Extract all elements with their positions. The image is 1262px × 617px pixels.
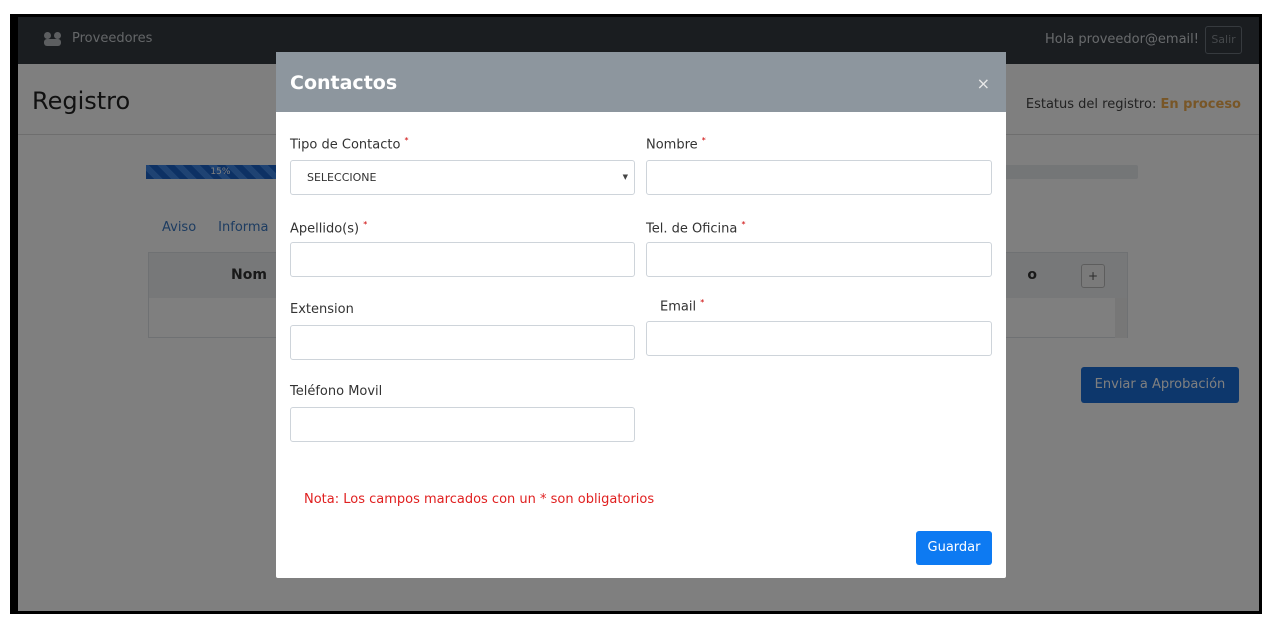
close-icon[interactable]: × bbox=[977, 74, 990, 93]
email-field[interactable] bbox=[646, 321, 992, 356]
surname-label: Apellido(s) * bbox=[290, 220, 367, 236]
extension-input[interactable] bbox=[290, 325, 635, 360]
contact-type-selected: SELECCIONE bbox=[307, 171, 377, 184]
required-mark: * bbox=[741, 220, 746, 229]
name-input[interactable] bbox=[646, 160, 992, 195]
contact-type-label-text: Tipo de Contacto bbox=[290, 137, 401, 153]
screenshot-frame: Proveedores Hola proveedor@email! Salir … bbox=[0, 0, 1262, 617]
required-mark: * bbox=[700, 298, 705, 307]
required-mark: * bbox=[701, 136, 706, 145]
mobile-phone-label: Teléfono Movil bbox=[290, 384, 383, 399]
name-label-text: Nombre bbox=[646, 137, 698, 153]
mobile-phone-input[interactable] bbox=[290, 407, 635, 442]
contact-type-select[interactable]: SELECCIONE ▼ bbox=[290, 160, 635, 195]
contacts-modal: Contactos × Tipo de Contacto * SELECCION… bbox=[276, 52, 1006, 578]
modal-title: Contactos bbox=[290, 72, 398, 94]
surname-label-text: Apellido(s) bbox=[290, 221, 360, 237]
modal-header: Contactos × bbox=[276, 52, 1006, 112]
contact-type-label: Tipo de Contacto * bbox=[290, 136, 409, 152]
extension-label: Extension bbox=[290, 302, 354, 317]
chevron-down-icon: ▼ bbox=[622, 173, 628, 181]
office-phone-label: Tel. de Oficina * bbox=[646, 220, 746, 236]
required-fields-note: Nota: Los campos marcados con un * son o… bbox=[304, 492, 655, 507]
office-phone-input[interactable] bbox=[646, 242, 992, 277]
surname-input[interactable] bbox=[290, 242, 635, 277]
email-label: Email * bbox=[660, 298, 704, 314]
frame-border-left bbox=[10, 14, 18, 614]
email-label-text: Email bbox=[660, 299, 697, 315]
required-mark: * bbox=[363, 220, 368, 229]
save-button[interactable]: Guardar bbox=[916, 531, 992, 565]
office-phone-label-text: Tel. de Oficina bbox=[646, 221, 738, 237]
name-label: Nombre * bbox=[646, 136, 706, 152]
app-window: Proveedores Hola proveedor@email! Salir … bbox=[18, 14, 1259, 614]
required-mark: * bbox=[404, 136, 409, 145]
